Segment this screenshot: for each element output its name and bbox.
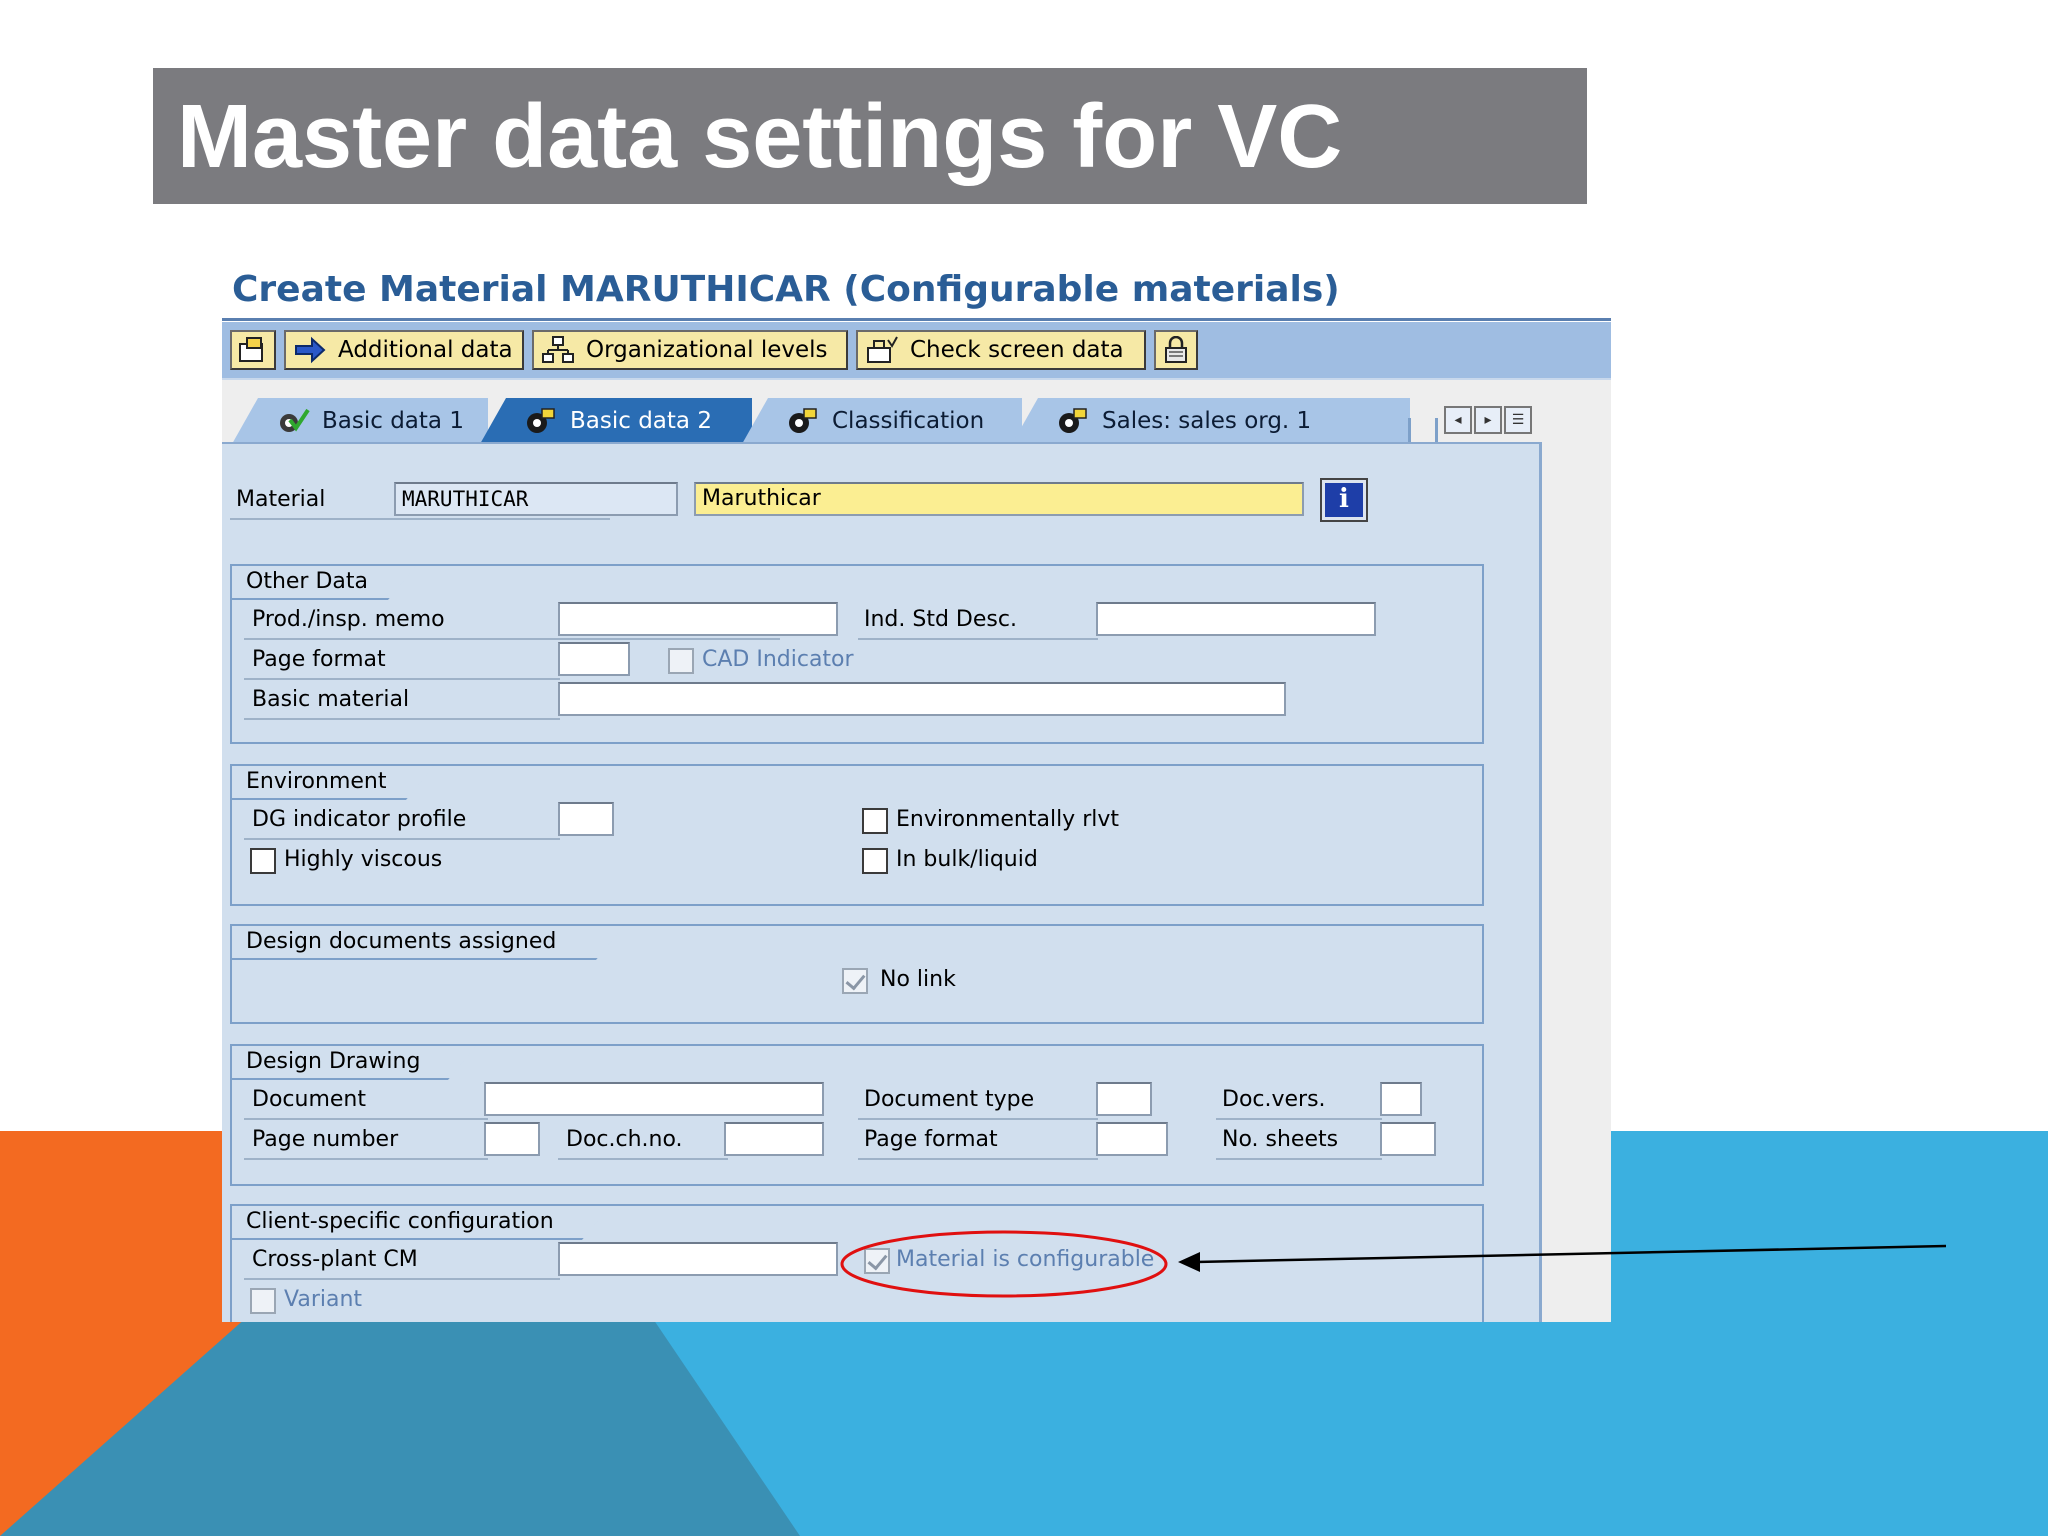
- check-gear-icon: [276, 406, 310, 436]
- document-label: Document: [252, 1087, 366, 1112]
- other-material-icon: [237, 336, 267, 364]
- org-hierarchy-icon: [542, 336, 574, 364]
- dd-page-format-input[interactable]: [1096, 1122, 1168, 1156]
- doc-ch-no-input[interactable]: [724, 1122, 824, 1156]
- material-number-field: MARUTHICAR: [394, 482, 678, 516]
- cross-plant-cm-underline: [244, 1278, 560, 1280]
- group-title-other-data: Other Data: [232, 566, 416, 600]
- check-screen-data-button[interactable]: Check screen data: [856, 330, 1146, 370]
- page-number-underline: [244, 1158, 488, 1160]
- arrow-right-icon: [294, 336, 326, 364]
- variant-label: Variant: [284, 1287, 363, 1312]
- tab-overflow-indicator: [1408, 418, 1438, 444]
- document-type-label: Document type: [864, 1087, 1035, 1112]
- dd-page-format-underline: [858, 1158, 1098, 1160]
- title-divider: [222, 318, 1611, 321]
- ind-std-desc-label: Ind. Std Desc.: [864, 607, 1017, 632]
- basic-material-underline: [244, 718, 560, 720]
- material-label: Material: [236, 487, 326, 512]
- doc-ch-no-label: Doc.ch.no.: [566, 1127, 683, 1152]
- document-type-input[interactable]: [1096, 1082, 1152, 1116]
- highly-viscous-checkbox[interactable]: [250, 848, 276, 874]
- dg-indicator-profile-underline: [244, 838, 560, 840]
- prod-insp-memo-label: Prod./insp. memo: [252, 607, 445, 632]
- no-sheets-label: No. sheets: [1222, 1127, 1339, 1152]
- info-icon[interactable]: i: [1320, 478, 1368, 522]
- tab-strip: Basic data 1 Basic data 2 Classification…: [222, 398, 1542, 444]
- group-title-environment: Environment: [232, 766, 434, 800]
- org-levels-button[interactable]: Organizational levels: [532, 330, 848, 370]
- tab-scroll-right-button[interactable]: ▸: [1474, 406, 1502, 434]
- group-title-client-config: Client-specific configuration: [232, 1206, 610, 1240]
- dg-indicator-profile-input[interactable]: [558, 802, 614, 836]
- material-description-input[interactable]: Maruthicar: [694, 482, 1304, 516]
- page-format-label: Page format: [252, 647, 386, 672]
- prod-insp-memo-underline: [244, 638, 780, 640]
- document-type-underline: [858, 1118, 1098, 1120]
- no-link-label: No link: [880, 967, 956, 992]
- doc-vers-label: Doc.vers.: [1222, 1087, 1326, 1112]
- ind-std-desc-underline: [858, 638, 1098, 640]
- page-number-input[interactable]: [484, 1122, 540, 1156]
- prod-insp-memo-input[interactable]: [558, 602, 838, 636]
- document-underline: [244, 1118, 488, 1120]
- tab-basic-data-1[interactable]: Basic data 1: [232, 398, 488, 444]
- doc-vers-input[interactable]: [1380, 1082, 1422, 1116]
- no-sheets-input[interactable]: [1380, 1122, 1436, 1156]
- page-format-input[interactable]: [558, 642, 630, 676]
- highly-viscous-label: Highly viscous: [284, 847, 443, 872]
- gear-icon: [524, 406, 558, 436]
- basic-material-label: Basic material: [252, 687, 410, 712]
- group-title-design-documents: Design documents assigned: [232, 926, 624, 960]
- other-material-button[interactable]: [230, 330, 276, 370]
- page-format-underline: [244, 678, 560, 680]
- group-title-design-drawing: Design Drawing: [232, 1046, 476, 1080]
- variant-checkbox: [250, 1288, 276, 1314]
- material-is-configurable-label: Material is configurable: [896, 1247, 1155, 1272]
- cross-plant-cm-label: Cross-plant CM: [252, 1247, 418, 1272]
- environmentally-rlvt-label: Environmentally rlvt: [896, 807, 1119, 832]
- environmentally-rlvt-checkbox[interactable]: [862, 808, 888, 834]
- doc-ch-no-underline: [558, 1158, 728, 1160]
- group-other-data: Other Data: [230, 564, 1484, 744]
- no-sheets-underline: [1216, 1158, 1382, 1160]
- lock-button[interactable]: [1154, 330, 1198, 370]
- no-link-checkbox: [842, 968, 868, 994]
- dg-indicator-profile-label: DG indicator profile: [252, 807, 467, 832]
- tab-list-button[interactable]: ☰: [1504, 406, 1532, 434]
- slide-title-bar: Master data settings for VC: [153, 68, 1587, 204]
- tab-scroll-left-button[interactable]: ◂: [1444, 406, 1472, 434]
- ind-std-desc-input[interactable]: [1096, 602, 1376, 636]
- tab-sales-org-1[interactable]: Sales: sales org. 1: [1012, 398, 1410, 444]
- doc-vers-underline: [1216, 1118, 1382, 1120]
- additional-data-button[interactable]: Additional data: [284, 330, 524, 370]
- tab-basic-data-2[interactable]: Basic data 2: [480, 398, 752, 444]
- check-data-icon: [866, 336, 898, 364]
- in-bulk-liquid-checkbox[interactable]: [862, 848, 888, 874]
- cad-indicator-label: CAD Indicator: [702, 647, 854, 672]
- sap-window-title: Create Material MARUTHICAR (Configurable…: [232, 269, 1340, 310]
- cross-plant-cm-input[interactable]: [558, 1242, 838, 1276]
- gear-icon: [786, 406, 820, 436]
- document-input[interactable]: [484, 1082, 824, 1116]
- dd-page-format-label: Page format: [864, 1127, 998, 1152]
- lock-icon: [1161, 335, 1191, 364]
- sap-screenshot: Create Material MARUTHICAR (Configurable…: [222, 258, 1611, 1322]
- gear-icon: [1056, 406, 1090, 436]
- tab-classification[interactable]: Classification: [742, 398, 1022, 444]
- cad-indicator-checkbox: [668, 648, 694, 674]
- group-client-config: Client-specific configuration: [230, 1204, 1484, 1322]
- basic-material-input[interactable]: [558, 682, 1286, 716]
- application-toolbar: Additional data Organizational levels Ch…: [222, 322, 1611, 380]
- material-label-underline: [230, 518, 610, 520]
- material-is-configurable-checkbox: [864, 1248, 890, 1274]
- page-number-label: Page number: [252, 1127, 399, 1152]
- slide-title: Master data settings for VC: [177, 87, 1343, 187]
- panel-top-border: [222, 442, 1542, 444]
- in-bulk-liquid-label: In bulk/liquid: [896, 847, 1038, 872]
